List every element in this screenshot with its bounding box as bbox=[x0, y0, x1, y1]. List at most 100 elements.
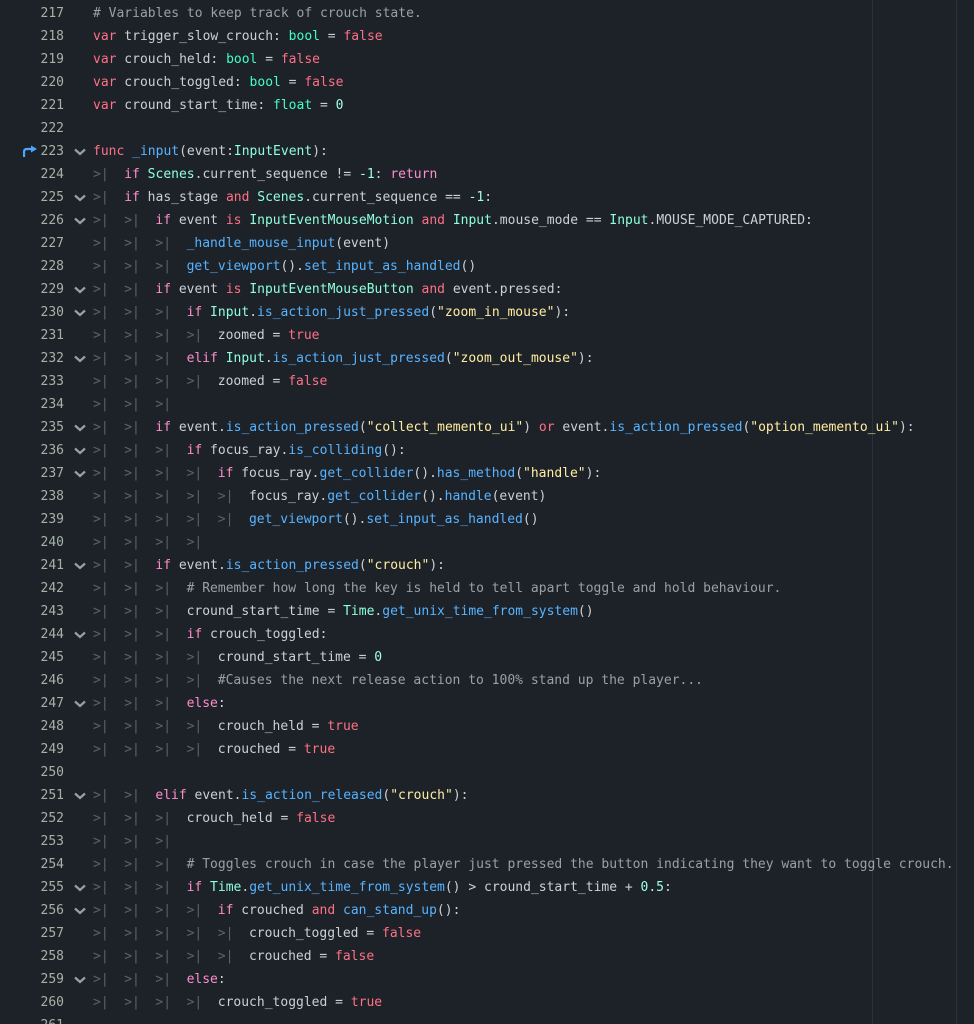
code-token: cround_start_time: bbox=[116, 98, 274, 113]
code-token: get_viewport bbox=[248, 512, 343, 527]
code-token: crouch_held = bbox=[217, 719, 328, 734]
fold-arrow-icon[interactable] bbox=[73, 623, 87, 646]
code-token: event bbox=[171, 282, 226, 297]
tab-indent-marker: >| bbox=[155, 374, 172, 389]
code-token: float bbox=[273, 98, 313, 113]
fold-arrow-icon[interactable] bbox=[73, 347, 87, 370]
code-text: >| if has_stage and Scenes.current_sequen… bbox=[93, 186, 492, 209]
code-token: is_action_released bbox=[241, 788, 383, 803]
line-number: 226 bbox=[40, 213, 64, 228]
code-text: >| >| >| # Toggles crouch in case the playe… bbox=[93, 853, 954, 876]
tab-indent-marker: >| bbox=[93, 995, 109, 1010]
code-token: and bbox=[225, 190, 250, 205]
code-token: -1 bbox=[359, 167, 375, 182]
tab-indent-marker: >| bbox=[93, 880, 109, 895]
tab-indent-marker: >| bbox=[93, 558, 109, 573]
code-token: event. bbox=[171, 558, 226, 573]
code-editor[interactable]: 217 # Variables to keep track of crouch s… bbox=[0, 0, 974, 1024]
tab-indent-marker: >| bbox=[124, 328, 140, 343]
code-token: ): bbox=[577, 351, 594, 366]
fold-arrow-icon[interactable] bbox=[73, 186, 87, 209]
tab-indent-marker: >| bbox=[186, 489, 203, 504]
code-token: can_stand_up bbox=[343, 903, 437, 918]
code-token: is_colliding bbox=[288, 443, 383, 458]
tab-indent-marker: >| bbox=[93, 374, 109, 389]
code-token: (event: bbox=[179, 144, 234, 159]
tab-indent-marker: >| bbox=[155, 972, 172, 987]
code-token: Input bbox=[609, 213, 649, 228]
tab-indent-marker: >| bbox=[124, 489, 140, 504]
line-number: 249 bbox=[40, 742, 64, 757]
tab-indent-marker: >| bbox=[155, 535, 172, 550]
code-token: false bbox=[343, 29, 383, 44]
tab-indent-marker: >| bbox=[186, 926, 203, 941]
code-token: var bbox=[93, 75, 117, 90]
fold-arrow-icon[interactable] bbox=[73, 899, 87, 922]
tab-indent-marker: >| bbox=[93, 282, 109, 297]
line-number: 235 bbox=[40, 420, 64, 435]
code-token: ) bbox=[523, 420, 539, 435]
fold-arrow-icon[interactable] bbox=[73, 968, 87, 991]
code-text: >| >| >| if Time.get_unix_time_from_system(… bbox=[93, 876, 672, 899]
line-number: 224 bbox=[40, 167, 64, 182]
code-token: # Remember how long the key is held to t… bbox=[186, 581, 782, 596]
fold-arrow-icon[interactable] bbox=[73, 209, 87, 232]
fold-arrow-icon[interactable] bbox=[73, 784, 87, 807]
fold-arrow-icon[interactable] bbox=[73, 692, 87, 715]
tab-indent-marker: >| bbox=[155, 512, 172, 527]
code-token: elif bbox=[155, 788, 187, 803]
tab-indent-marker: >| bbox=[93, 397, 109, 412]
fold-arrow-icon[interactable] bbox=[73, 876, 87, 899]
tab-indent-marker: >| bbox=[124, 857, 140, 872]
code-token: if bbox=[155, 420, 172, 435]
tab-indent-marker: >| bbox=[124, 351, 140, 366]
code-token: get_collider bbox=[327, 489, 422, 504]
code-token: ( bbox=[358, 420, 367, 435]
tab-indent-marker: >| bbox=[124, 926, 140, 941]
code-token: if bbox=[217, 466, 234, 481]
code-token: ): bbox=[312, 144, 328, 159]
code-token: Time bbox=[210, 880, 242, 895]
code-token: crouched = bbox=[217, 742, 304, 757]
code-token: () bbox=[522, 512, 539, 527]
tab-indent-marker: >| bbox=[124, 259, 140, 274]
code-token: ): bbox=[585, 466, 602, 481]
tab-indent-marker: >| bbox=[155, 719, 172, 734]
code-token: focus_ray. bbox=[202, 443, 289, 458]
tab-indent-marker: >| bbox=[155, 604, 172, 619]
tab-indent-marker: >| bbox=[93, 834, 109, 849]
code-text: >| >| >| else: bbox=[93, 968, 226, 991]
code-token: false bbox=[335, 949, 375, 964]
code-token: Scenes bbox=[147, 167, 195, 182]
code-token: get_unix_time_from_system bbox=[382, 604, 578, 619]
line-number: 223 bbox=[40, 144, 64, 159]
tab-indent-marker: >| bbox=[186, 328, 203, 343]
code-text: >| >| >| >| crouch_toggled = true bbox=[93, 991, 382, 1014]
fold-arrow-icon[interactable] bbox=[73, 301, 87, 324]
tab-indent-marker: >| bbox=[124, 604, 140, 619]
fold-arrow-icon[interactable] bbox=[73, 554, 87, 577]
fold-arrow-icon[interactable] bbox=[73, 140, 87, 163]
tab-indent-marker: >| bbox=[186, 650, 203, 665]
code-text: >| >| elif event.is_action_released("crouc… bbox=[93, 784, 468, 807]
fold-arrow-icon[interactable] bbox=[73, 462, 87, 485]
code-token: "crouch" bbox=[366, 558, 430, 573]
code-token: set_input_as_handled bbox=[303, 259, 461, 274]
line-number: 255 bbox=[40, 880, 64, 895]
code-token: else bbox=[186, 972, 218, 987]
line-number: 219 bbox=[40, 52, 64, 67]
code-token: handle bbox=[444, 489, 492, 504]
fold-arrow-icon[interactable] bbox=[73, 416, 87, 439]
line-number: 236 bbox=[40, 443, 64, 458]
line-number: 242 bbox=[40, 581, 64, 596]
tab-indent-marker: >| bbox=[93, 167, 109, 182]
fold-arrow-icon[interactable] bbox=[73, 439, 87, 462]
fold-arrow-icon[interactable] bbox=[73, 278, 87, 301]
line-number: 231 bbox=[40, 328, 64, 343]
line-number: 259 bbox=[40, 972, 64, 987]
line-number: 253 bbox=[40, 834, 64, 849]
code-token: bool bbox=[226, 52, 258, 67]
code-token: zoomed = bbox=[217, 374, 289, 389]
line-number: 227 bbox=[40, 236, 64, 251]
code-token: "zoom_out_mouse" bbox=[452, 351, 578, 366]
